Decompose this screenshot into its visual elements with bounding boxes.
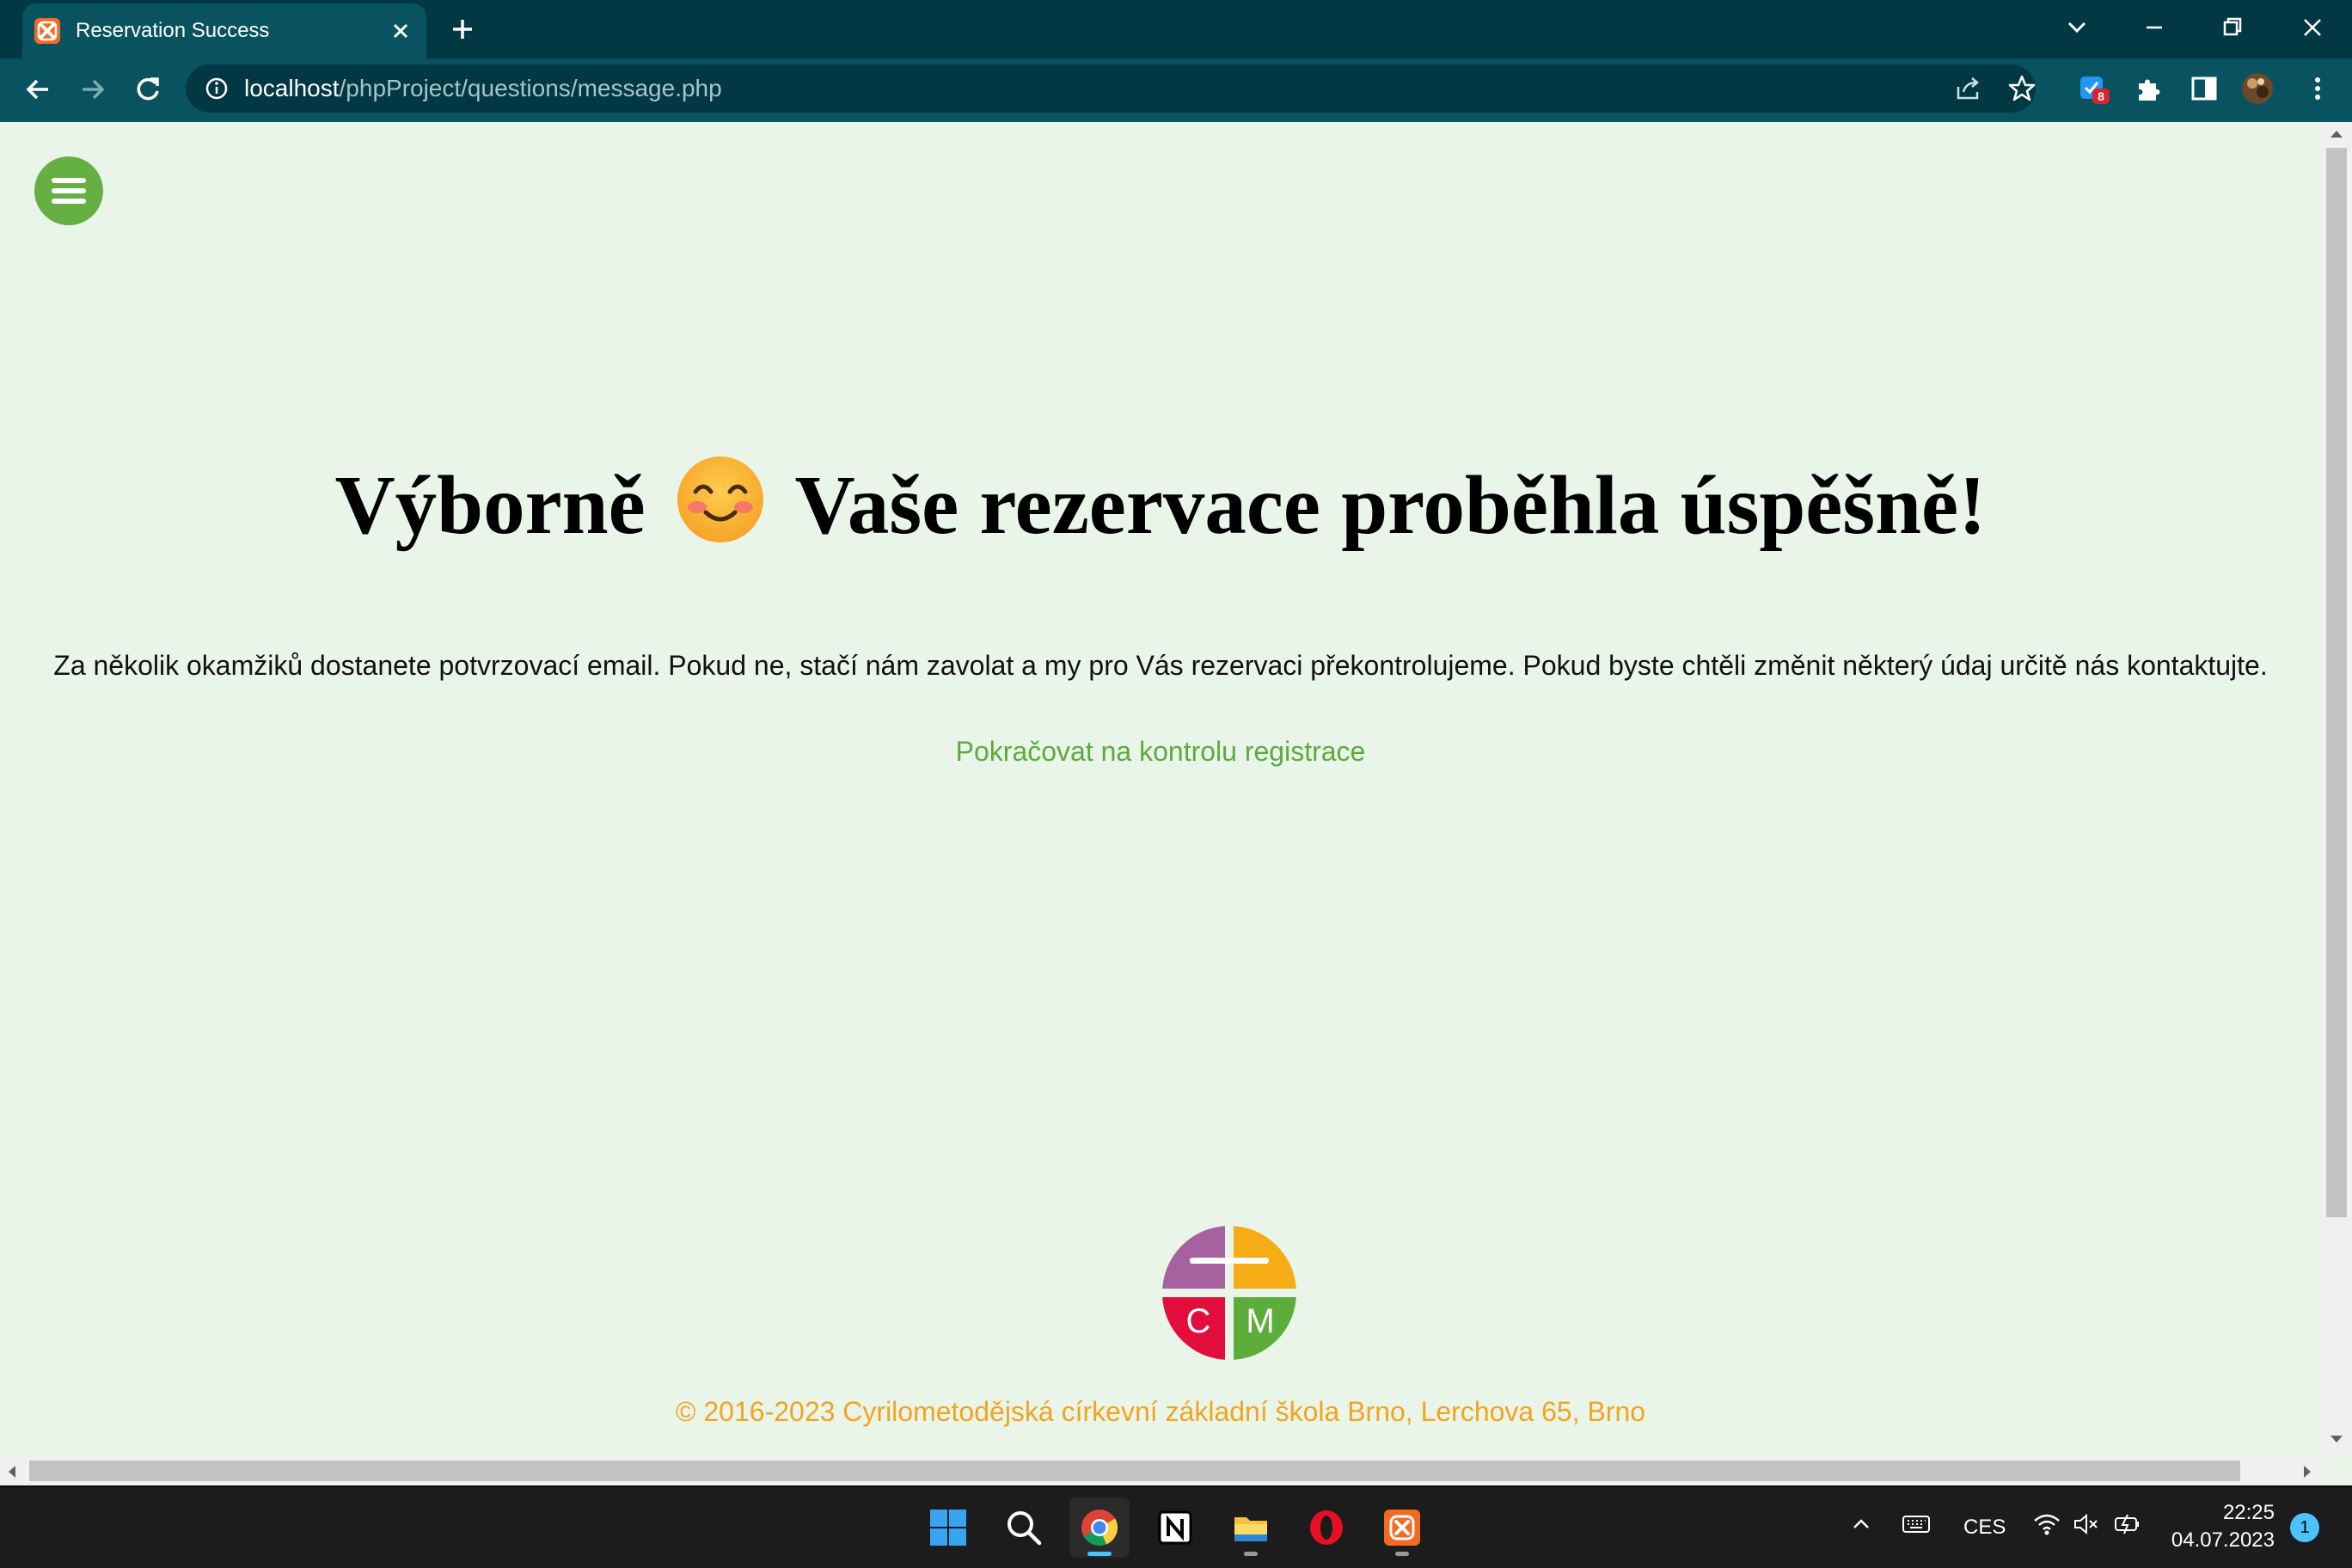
side-panel-icon[interactable] — [2187, 71, 2221, 106]
continue-to-registration-link[interactable]: Pokračovat na kontrolu registrace — [956, 736, 1366, 767]
bookmark-star-icon[interactable] — [2006, 73, 2037, 104]
minimize-icon[interactable] — [2134, 10, 2175, 45]
hamburger-line — [52, 178, 86, 183]
share-icon[interactable] — [1953, 73, 1984, 104]
wifi-icon[interactable] — [2032, 1511, 2061, 1544]
reload-icon[interactable] — [129, 70, 167, 108]
volume-muted-icon[interactable] — [2072, 1511, 2101, 1544]
page-title: Výborně Vaše rezervace proběhla úspěšně! — [12, 454, 2309, 557]
browser-menu-kebab-icon[interactable] — [2300, 71, 2335, 106]
active-tab[interactable]: Reservation Success — [22, 3, 426, 58]
logo-letter-c: C — [1186, 1302, 1211, 1340]
url-path: /phpProject/questions/message.php — [339, 75, 722, 101]
headline-exclamation: Výborně — [334, 459, 646, 551]
open-app-indicator — [1244, 1552, 1258, 1556]
vertical-scroll-thumb[interactable] — [2326, 148, 2347, 1217]
back-arrow-icon[interactable] — [19, 70, 57, 108]
xampp-favicon-icon — [34, 18, 60, 44]
horizontal-scroll-thumb[interactable] — [29, 1461, 2240, 1481]
footer-copyright: © 2016-2023 Cyrilometodějská církevní zá… — [675, 1396, 1646, 1427]
url-host: localhost — [244, 75, 340, 101]
page-viewport: Výborně Vaše rezervace proběhla úspěšně! … — [12, 134, 2309, 1458]
logo-letter-m: M — [1246, 1302, 1274, 1340]
scroll-up-arrow-icon[interactable] — [2330, 129, 2343, 139]
continue-link-row: Pokračovat na kontrolu registrace — [12, 732, 2309, 770]
browser-toolbar: localhost/phpProject/questions/message.p… — [0, 58, 2352, 119]
url-text: localhost/phpProject/questions/message.p… — [244, 75, 722, 102]
opera-taskbar-icon[interactable] — [1296, 1498, 1357, 1558]
address-bar[interactable]: localhost/phpProject/questions/message.p… — [186, 64, 2036, 113]
scroll-right-arrow-icon[interactable] — [2302, 1465, 2312, 1479]
site-info-icon[interactable] — [203, 75, 230, 102]
tab-title: Reservation Success — [76, 19, 270, 42]
extensions-puzzle-icon[interactable] — [2132, 71, 2166, 106]
start-windows-icon[interactable] — [918, 1498, 978, 1558]
forward-arrow-icon[interactable] — [74, 70, 112, 108]
toolbar-divider — [0, 119, 2352, 122]
active-app-indicator — [1087, 1552, 1112, 1556]
hamburger-line — [52, 188, 86, 193]
profile-avatar[interactable] — [2240, 71, 2275, 106]
headline-success-text: Vaše rezervace proběhla úspěšně! — [794, 459, 1987, 551]
xampp-taskbar-icon[interactable] — [1372, 1498, 1432, 1558]
show-hidden-icons-chevron-icon[interactable] — [1848, 1511, 1874, 1544]
scroll-left-arrow-icon[interactable] — [7, 1465, 17, 1479]
notion-taskbar-icon[interactable] — [1145, 1498, 1205, 1558]
chrome-taskbar-icon[interactable] — [1069, 1498, 1130, 1558]
hamburger-line — [52, 199, 86, 204]
hamburger-menu-button[interactable] — [34, 156, 103, 225]
restore-icon[interactable] — [2211, 10, 2252, 45]
vertical-scrollbar[interactable] — [2321, 122, 2352, 1456]
close-window-icon[interactable] — [2292, 10, 2333, 45]
notification-count-badge[interactable]: 1 — [2290, 1513, 2319, 1542]
system-clock[interactable]: 22:25 04.07.2023 — [2166, 1499, 2275, 1554]
file-explorer-taskbar-icon[interactable] — [1221, 1498, 1281, 1558]
search-icon[interactable] — [994, 1498, 1054, 1558]
touch-keyboard-icon[interactable] — [1902, 1511, 1931, 1544]
input-language-indicator[interactable]: CES — [1963, 1515, 2006, 1540]
tab-close-icon[interactable] — [383, 14, 418, 48]
open-app-indicator — [1395, 1552, 1409, 1556]
scroll-down-arrow-icon[interactable] — [2330, 1434, 2343, 1444]
smiling-face-emoji-icon — [677, 456, 764, 543]
confirmation-message: Za několik okamžiků dostanete potvrzovac… — [53, 650, 2268, 681]
horizontal-scrollbar[interactable] — [0, 1456, 2321, 1485]
browser-tab-strip: Reservation Success — [0, 0, 2352, 58]
clock-time: 22:25 — [2222, 1501, 2275, 1524]
clock-date: 04.07.2023 — [2171, 1528, 2275, 1552]
battery-charging-icon[interactable] — [2113, 1511, 2144, 1544]
new-tab-plus-icon[interactable] — [444, 12, 481, 46]
windows-taskbar: CES 22:25 04.07.2023 1 — [0, 1487, 2352, 1568]
extension-badge-count: 8 — [2098, 89, 2104, 103]
todo-extension-icon[interactable]: 8 — [2077, 71, 2111, 106]
school-logo: C M — [1161, 1224, 1298, 1362]
tab-search-chevron-icon[interactable] — [2056, 10, 2098, 45]
